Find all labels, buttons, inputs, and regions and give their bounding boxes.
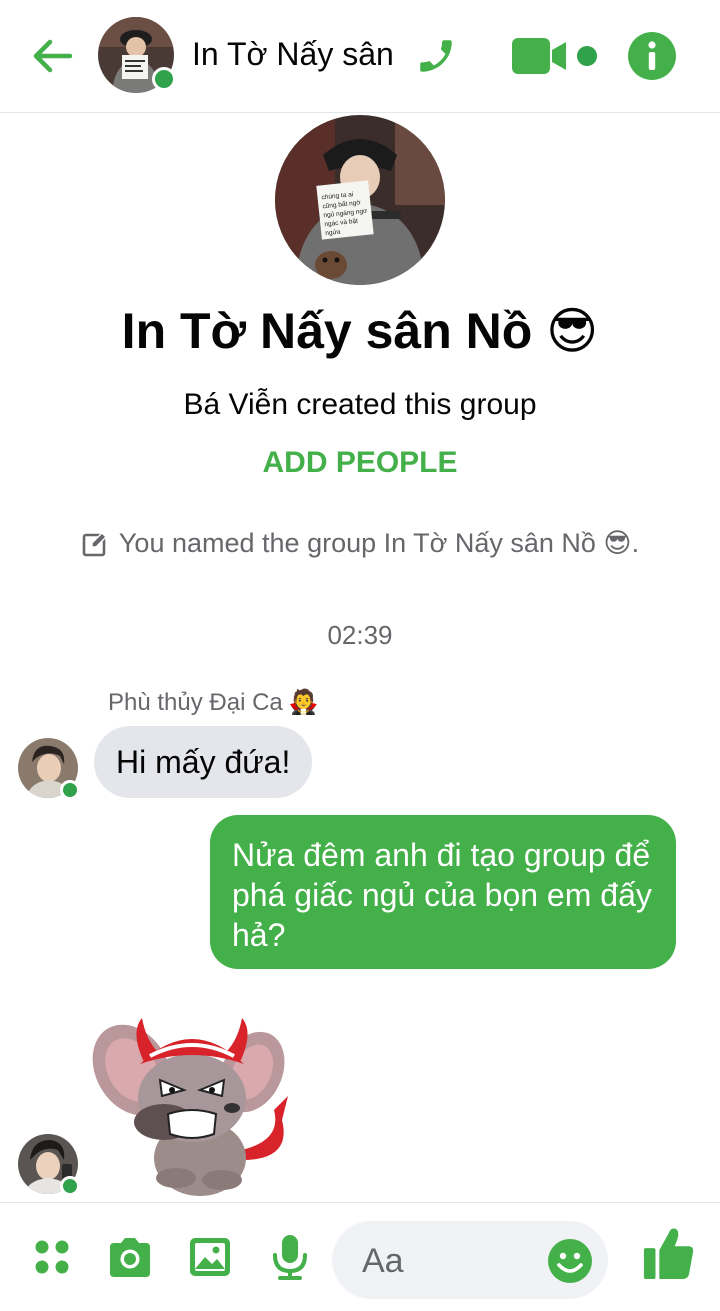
chat-header: In Tờ Nấy sân [0, 0, 720, 113]
camera-icon [110, 1238, 150, 1277]
edit-icon [82, 531, 107, 556]
sender-name: Phù thủy Đại Ca 🧛 [108, 688, 319, 717]
emoji-icon [548, 1239, 592, 1283]
image-icon [190, 1238, 230, 1276]
message-input-field[interactable] [332, 1221, 608, 1301]
angry-devil-mouse-sticker[interactable] [92, 1010, 302, 1200]
sender-avatar[interactable] [18, 738, 80, 800]
group-avatar[interactable] [98, 17, 176, 93]
more-actions-button[interactable] [26, 1231, 78, 1283]
gallery-button[interactable] [184, 1231, 236, 1283]
group-created-notice: Bá Viễn created this group [183, 388, 537, 421]
add-people-button[interactable]: ADD PEOPLE [0, 446, 720, 480]
voice-call-button[interactable] [410, 30, 462, 82]
group-photo-sign: chúng ta ai cũng bất ngờ ngủ ngáng ngơ n… [316, 180, 374, 240]
online-indicator [60, 780, 80, 800]
video-camera-icon [512, 38, 597, 74]
message-timestamp: 02:39 [327, 620, 393, 650]
chat-title[interactable]: In Tờ Nấy sân [192, 36, 394, 73]
voice-record-button[interactable] [264, 1231, 316, 1283]
conversation-info-button[interactable] [626, 30, 678, 82]
thumbs-up-icon [643, 1228, 694, 1279]
svg-text:ngửa: ngửa [325, 228, 341, 238]
video-call-button[interactable] [508, 34, 604, 78]
rename-notice: You named the group In Tờ Nấy sân Nồ 😎. [0, 528, 720, 559]
online-indicator [60, 1176, 80, 1196]
apps-icon [35, 1240, 69, 1274]
sender-name-text: Phù thủy Đại Ca [108, 688, 283, 716]
message-composer [0, 1202, 720, 1311]
outgoing-message[interactable]: Nửa đêm anh đi tạo group để phá giấc ngủ… [210, 815, 676, 969]
sender-avatar[interactable] [18, 1134, 80, 1196]
like-button[interactable] [642, 1227, 694, 1279]
info-icon [628, 32, 676, 80]
incoming-message[interactable]: Hi mấy đứa! [94, 726, 313, 798]
group-name: In Tờ Nấy sân Nồ 😎 [121, 303, 599, 359]
arrow-left-icon [33, 39, 73, 73]
emoji-button[interactable] [546, 1237, 594, 1285]
group-photo[interactable]: chúng ta ai cũng bất ngờ ngủ ngáng ngơ n… [275, 115, 445, 285]
rename-notice-text: You named the group In Tờ Nấy sân Nồ 😎. [118, 528, 640, 558]
back-button[interactable] [26, 30, 78, 82]
camera-button[interactable] [104, 1231, 156, 1283]
message-input[interactable] [360, 1221, 544, 1301]
phone-icon [420, 40, 452, 72]
sender-emoji: 🧛 [288, 689, 319, 716]
online-indicator [152, 67, 176, 91]
microphone-icon [273, 1235, 307, 1280]
